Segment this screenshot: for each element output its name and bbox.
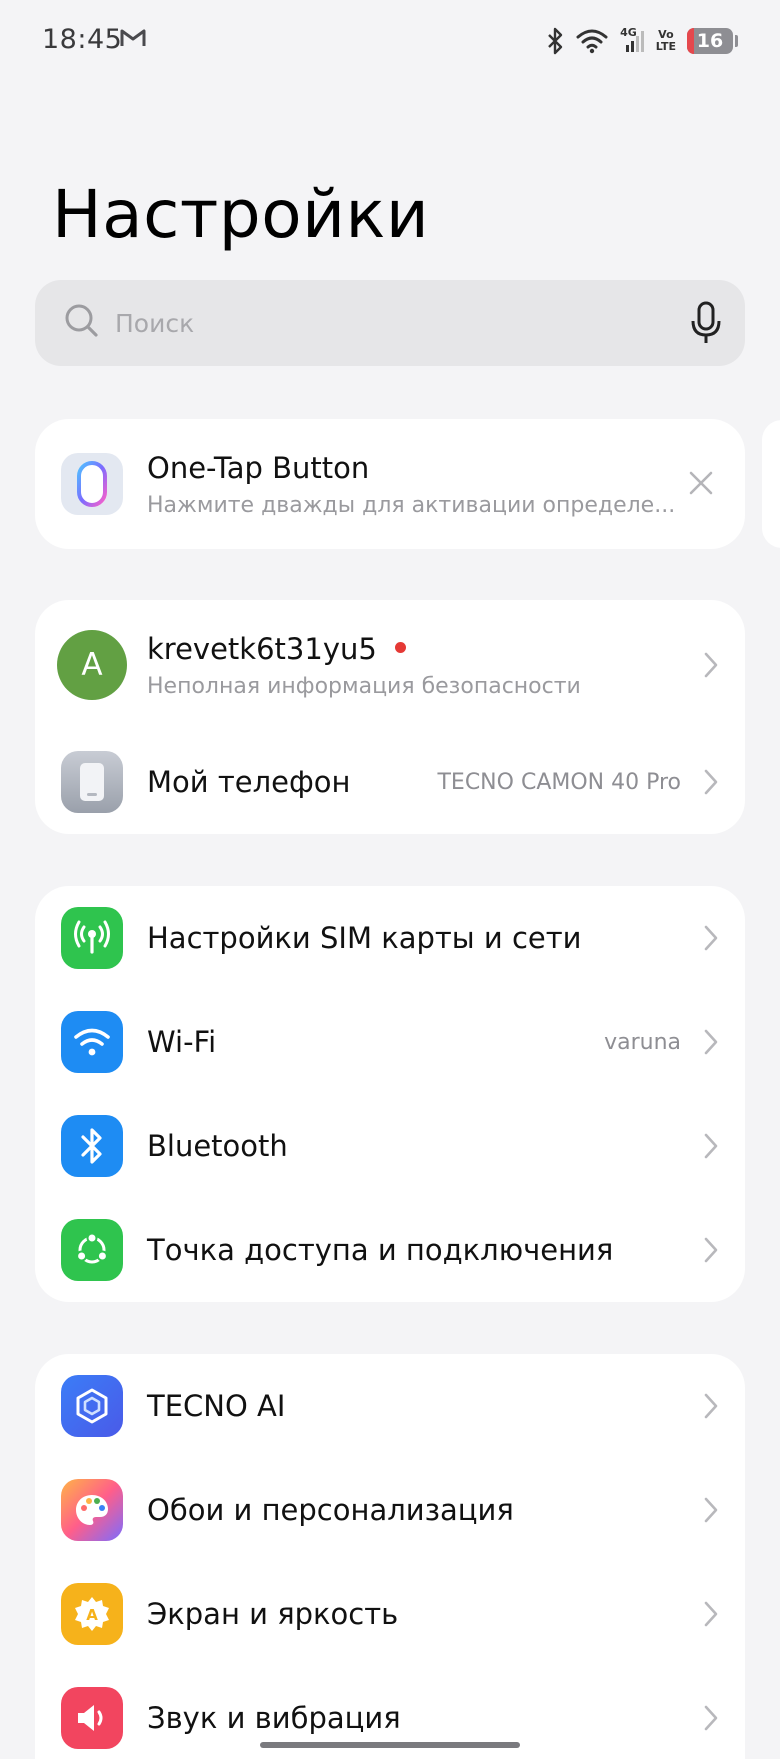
search-icon bbox=[65, 304, 98, 337]
close-icon[interactable] bbox=[687, 469, 715, 497]
palette-icon bbox=[61, 1479, 123, 1541]
volte-bottom: LTE bbox=[655, 40, 676, 53]
microphone-icon[interactable] bbox=[689, 300, 723, 346]
bluetooth-status-icon bbox=[548, 27, 563, 55]
chevron-right-icon bbox=[704, 1497, 718, 1523]
my-phone-label: Мой телефон bbox=[147, 765, 351, 799]
antenna-icon bbox=[61, 907, 123, 969]
chevron-right-icon bbox=[704, 652, 718, 678]
gmail-icon bbox=[120, 29, 146, 46]
chevron-right-icon bbox=[704, 1601, 718, 1627]
brightness-icon: A bbox=[61, 1583, 123, 1645]
wifi-row[interactable]: Wi-Fi varuna bbox=[35, 990, 745, 1094]
speaker-icon bbox=[61, 1687, 123, 1749]
one-tap-card[interactable]: One-Tap Button Нажмите дважды для актива… bbox=[35, 419, 745, 549]
settings-screen: 18:45 4G Vo LTE 16 Настройки Поиск One-T… bbox=[0, 0, 780, 1759]
home-indicator[interactable] bbox=[260, 1742, 520, 1748]
wifi-network-name: varuna bbox=[604, 1029, 681, 1055]
wallpaper-row[interactable]: Обои и персонализация bbox=[35, 1458, 745, 1562]
battery-icon: 16 bbox=[687, 28, 733, 54]
chevron-right-icon bbox=[704, 1029, 718, 1055]
chevron-right-icon bbox=[704, 1705, 718, 1731]
chevron-right-icon bbox=[704, 769, 718, 795]
wifi-status-icon bbox=[576, 29, 608, 54]
volte-badge: Vo LTE bbox=[656, 29, 676, 53]
display-row[interactable]: A Экран и яркость bbox=[35, 1562, 745, 1666]
chevron-right-icon bbox=[704, 1133, 718, 1159]
bluetooth-icon bbox=[61, 1115, 123, 1177]
phone-icon bbox=[61, 751, 123, 813]
status-time: 18:45 bbox=[42, 24, 123, 55]
account-row[interactable]: A krevetk6t31yu5 Неполная информация без… bbox=[35, 600, 745, 730]
sound-label: Звук и вибрация bbox=[147, 1701, 401, 1735]
wifi-icon bbox=[61, 1011, 123, 1073]
account-name-wrap: krevetk6t31yu5 bbox=[147, 632, 406, 666]
network-card: Настройки SIM карты и сети Wi-Fi varuna bbox=[35, 886, 745, 1302]
search-input[interactable] bbox=[115, 280, 675, 366]
one-tap-row[interactable]: One-Tap Button Нажмите дважды для актива… bbox=[35, 419, 745, 549]
cellular-signal-icon: 4G bbox=[620, 26, 645, 53]
search-bar[interactable] bbox=[35, 280, 745, 366]
svg-text:A: A bbox=[86, 1606, 98, 1624]
one-tap-subtitle: Нажмите дважды для активации определе... bbox=[147, 493, 676, 518]
chevron-right-icon bbox=[704, 1237, 718, 1263]
status-icons: 4G Vo LTE 16 bbox=[546, 24, 738, 58]
bluetooth-label: Bluetooth bbox=[147, 1129, 288, 1163]
sim-settings-label: Настройки SIM карты и сети bbox=[147, 921, 582, 955]
hotspot-icon bbox=[61, 1219, 123, 1281]
tecno-ai-row[interactable]: TECNO AI bbox=[35, 1354, 745, 1458]
status-bar: 18:45 4G Vo LTE 16 bbox=[0, 0, 780, 84]
account-card: A krevetk6t31yu5 Неполная информация без… bbox=[35, 600, 745, 834]
my-phone-model: TECNO CAMON 40 Pro bbox=[437, 769, 681, 795]
bluetooth-row[interactable]: Bluetooth bbox=[35, 1094, 745, 1198]
hotspot-row[interactable]: Точка доступа и подключения bbox=[35, 1198, 745, 1302]
account-name: krevetk6t31yu5 bbox=[147, 632, 377, 666]
page-title: Настройки bbox=[52, 176, 430, 253]
tecno-ai-label: TECNO AI bbox=[147, 1389, 286, 1423]
wallpaper-label: Обои и персонализация bbox=[147, 1493, 514, 1527]
next-card-peek bbox=[762, 420, 780, 548]
chevron-right-icon bbox=[704, 925, 718, 951]
one-tap-title: One-Tap Button bbox=[147, 451, 370, 485]
personalization-card: TECNO AI Обои и персонализация A Экран и… bbox=[35, 1354, 745, 1759]
network-type-label: 4G bbox=[620, 26, 637, 39]
battery-level: 16 bbox=[696, 30, 724, 52]
sim-settings-row[interactable]: Настройки SIM карты и сети bbox=[35, 886, 745, 990]
my-phone-row[interactable]: Мой телефон TECNO CAMON 40 Pro bbox=[35, 730, 745, 834]
chevron-right-icon bbox=[704, 1393, 718, 1419]
display-label: Экран и яркость bbox=[147, 1597, 399, 1631]
tecno-ai-icon bbox=[61, 1375, 123, 1437]
one-tap-button-icon bbox=[61, 453, 123, 515]
hotspot-label: Точка доступа и подключения bbox=[147, 1233, 614, 1267]
wifi-label: Wi-Fi bbox=[147, 1025, 217, 1059]
account-subtitle: Неполная информация безопасности bbox=[147, 674, 581, 699]
avatar: A bbox=[57, 630, 127, 700]
alert-dot bbox=[394, 641, 406, 653]
